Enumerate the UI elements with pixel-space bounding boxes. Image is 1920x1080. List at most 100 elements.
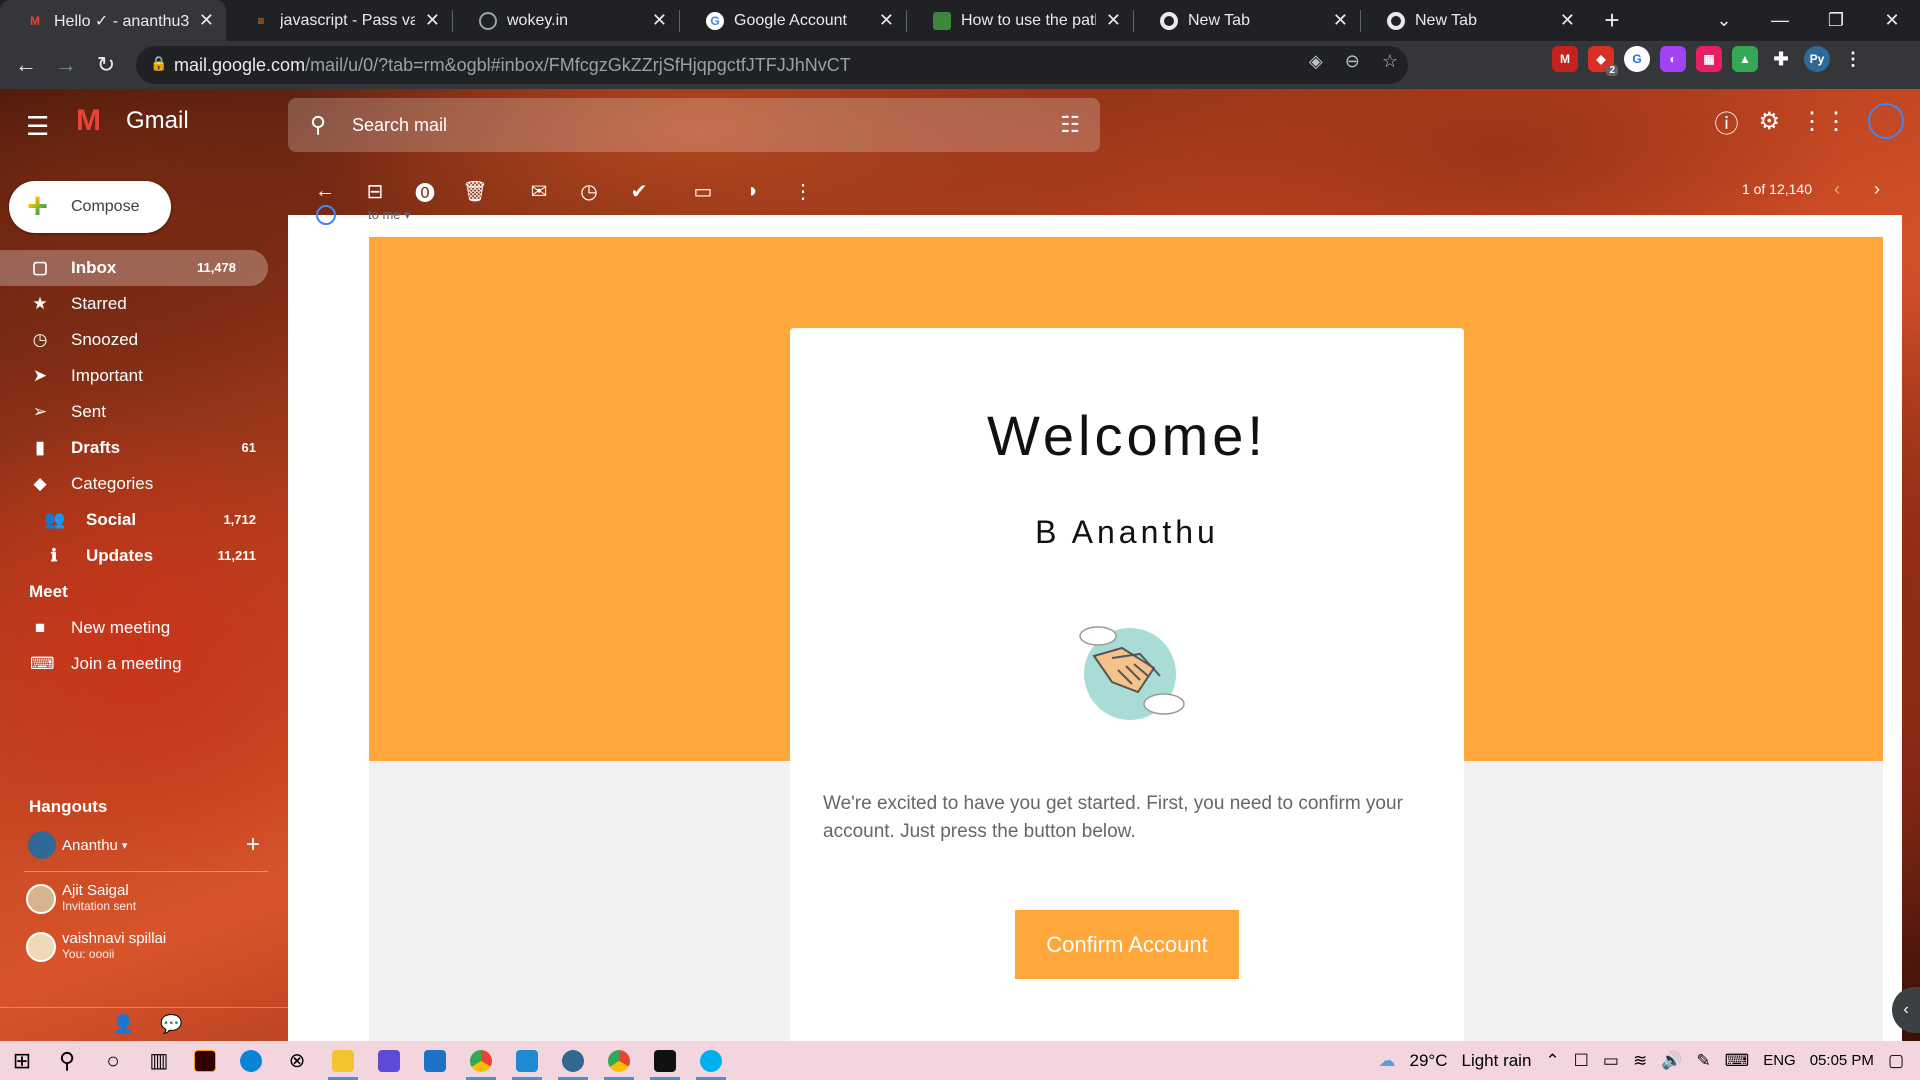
sidebar-item-important[interactable]: ➤ Important xyxy=(0,358,288,394)
sidebar-item-inbox[interactable]: ▢ Inbox 11,478 xyxy=(0,250,268,286)
sidebar-item-starred[interactable]: ★ Starred xyxy=(0,286,288,322)
drive-ext-icon[interactable]: ▲ xyxy=(1732,46,1758,72)
move-to-icon[interactable]: ▭ xyxy=(678,179,728,204)
sidebar-item-snoozed[interactable]: ◷ Snoozed xyxy=(0,322,288,358)
tab-new-tab-1[interactable]: New Tab ✕ xyxy=(1134,0,1360,41)
windows-start-icon[interactable]: ⊞ xyxy=(0,1048,44,1074)
tab-gmail[interactable]: M Hello ✓ - ananthu34 ✕ xyxy=(0,0,226,41)
report-spam-icon[interactable]: ⓿ xyxy=(400,177,450,206)
confirm-account-button[interactable]: Confirm Account xyxy=(1015,910,1239,979)
sidebar-item-social[interactable]: 👥 Social 1,712 xyxy=(0,502,288,538)
chevron-up-icon[interactable]: ⌃ xyxy=(1545,1051,1559,1071)
close-icon[interactable]: ✕ xyxy=(1106,10,1121,31)
settings-gear-icon[interactable]: ⚙ xyxy=(1758,107,1780,136)
vscode-icon[interactable] xyxy=(504,1041,550,1080)
add-task-icon[interactable]: ✔ xyxy=(614,179,664,204)
mail-icon[interactable] xyxy=(412,1041,458,1080)
archive-icon[interactable]: ⊟ xyxy=(350,179,400,204)
tab-wokey[interactable]: wokey.in ✕ xyxy=(453,0,679,41)
window-close-icon[interactable]: ✕ xyxy=(1864,10,1920,31)
ext-badge-icon[interactable]: ◆ 2 xyxy=(1588,46,1618,76)
weather-icon[interactable]: ☁ xyxy=(1379,1051,1396,1071)
person-icon[interactable]: 👤 xyxy=(112,1014,134,1035)
gmail-logo[interactable]: M Gmail xyxy=(76,106,189,136)
labels-icon[interactable]: ◗ xyxy=(728,180,778,203)
terminal-icon[interactable] xyxy=(642,1041,688,1080)
battery-icon[interactable]: ▭ xyxy=(1603,1051,1619,1071)
main-menu-icon[interactable]: ☰ xyxy=(26,111,49,142)
chrome-dev-icon[interactable] xyxy=(596,1041,642,1080)
chrome-menu-icon[interactable]: ⋮ xyxy=(1840,46,1866,72)
file-explorer-icon[interactable] xyxy=(320,1041,366,1080)
search-icon[interactable]: ⚲ xyxy=(310,112,326,138)
reload-icon[interactable]: ↻ xyxy=(86,45,126,85)
newer-icon[interactable]: ‹ xyxy=(1834,179,1840,200)
weather-temp[interactable]: 29°C xyxy=(1410,1051,1448,1071)
purple-ext-icon[interactable]: ◐ xyxy=(1660,46,1686,72)
account-avatar[interactable] xyxy=(1868,103,1904,139)
zoom-icon[interactable]: ⊖ xyxy=(1345,51,1360,72)
search-options-icon[interactable]: ☷ xyxy=(1060,112,1080,138)
hangouts-contact[interactable]: vaishnavi spillai You: oooii xyxy=(0,924,288,972)
xbox-icon[interactable]: ⊗ xyxy=(274,1041,320,1080)
delete-icon[interactable]: 🗑 xyxy=(450,179,500,204)
translate-ext-icon[interactable]: G xyxy=(1624,46,1650,72)
tab-nodejs[interactable]: How to use the path n ✕ xyxy=(907,0,1133,41)
search-input[interactable]: ⚲ Search mail ☷ xyxy=(288,98,1100,152)
help-icon[interactable]: ⓘ xyxy=(1714,104,1738,139)
older-icon[interactable]: › xyxy=(1874,179,1880,200)
chrome-icon[interactable] xyxy=(458,1041,504,1080)
skype-icon[interactable] xyxy=(688,1041,734,1080)
meet-item[interactable]: ⌨ Join a meeting xyxy=(0,646,288,682)
search-icon[interactable]: ⚲ xyxy=(44,1041,90,1080)
snooze-icon[interactable]: ◷ xyxy=(564,179,614,204)
mindmap-icon[interactable] xyxy=(366,1041,412,1080)
close-icon[interactable]: ✕ xyxy=(879,10,894,31)
chevron-down-icon[interactable]: ▾ xyxy=(122,839,128,852)
more-options-icon[interactable]: ⋮ xyxy=(778,179,828,204)
extensions-puzzle-icon[interactable]: ✚ xyxy=(1768,46,1794,72)
address-bar[interactable]: 🔒 mail.google.com/mail/u/0/?tab=rm&ogbl#… xyxy=(136,46,1408,84)
back-to-inbox-icon[interactable]: ← xyxy=(300,180,350,203)
gmail-ext-icon[interactable]: M xyxy=(1552,46,1578,72)
tab-google-account[interactable]: G Google Account ✕ xyxy=(680,0,906,41)
mark-unread-icon[interactable]: ✉ xyxy=(514,179,564,204)
postgres-icon[interactable] xyxy=(550,1041,596,1080)
edge-icon[interactable] xyxy=(228,1041,274,1080)
task-view-icon[interactable]: ▥ xyxy=(136,1041,182,1080)
clock[interactable]: 05:05 PM xyxy=(1810,1052,1874,1069)
sidebar-item-categories[interactable]: ◆ Categories xyxy=(0,466,288,502)
tab-stackoverflow[interactable]: ≡ javascript - Pass varial ✕ xyxy=(226,0,452,41)
install-icon[interactable]: ◈ xyxy=(1309,51,1323,72)
volume-icon[interactable]: 🔊 xyxy=(1661,1051,1682,1071)
hangouts-chat-icon[interactable]: 💬 xyxy=(160,1014,182,1035)
recipient-to-me[interactable]: to me ▾ xyxy=(368,207,411,223)
minimize-icon[interactable]: — xyxy=(1752,10,1808,31)
cortana-icon[interactable]: ○ xyxy=(90,1041,136,1080)
keyboard-icon[interactable]: ⌨ xyxy=(1725,1051,1750,1071)
wifi-icon[interactable]: ≋ xyxy=(1633,1051,1647,1071)
close-icon[interactable]: ✕ xyxy=(1560,10,1575,31)
new-tab-button[interactable]: + xyxy=(1595,0,1629,41)
profile-avatar-icon[interactable]: Py xyxy=(1804,46,1830,72)
add-contact-icon[interactable]: + xyxy=(246,831,260,859)
hangouts-contact[interactable]: Ajit Saigal Invitation sent xyxy=(0,876,288,924)
forward-icon[interactable]: → xyxy=(46,45,86,85)
restore-icon[interactable]: ❐ xyxy=(1808,10,1864,31)
tab-search-icon[interactable]: ⌄ xyxy=(1696,10,1752,31)
sidebar-item-updates[interactable]: ℹ Updates 11,211 xyxy=(0,538,288,574)
weather-desc[interactable]: Light rain xyxy=(1461,1051,1531,1071)
bookmark-star-icon[interactable]: ☆ xyxy=(1382,51,1398,72)
close-icon[interactable]: ✕ xyxy=(652,10,667,31)
hangouts-user[interactable]: Ananthu ▾ + xyxy=(0,825,288,865)
close-icon[interactable]: ✕ xyxy=(199,10,214,31)
compose-button[interactable]: + Compose xyxy=(9,181,171,233)
meet-item[interactable]: ■ New meeting xyxy=(0,610,288,646)
sidebar-item-drafts[interactable]: ▮ Drafts 61 xyxy=(0,430,288,466)
grid-ext-icon[interactable]: ▦ xyxy=(1696,46,1722,72)
language-indicator[interactable]: ENG xyxy=(1763,1052,1796,1069)
illustrator-icon[interactable] xyxy=(182,1041,228,1080)
pen-icon[interactable]: ✎ xyxy=(1696,1051,1710,1071)
onedrive-icon[interactable]: ☐ xyxy=(1574,1051,1589,1071)
apps-grid-icon[interactable]: ⋮⋮ xyxy=(1800,107,1848,136)
